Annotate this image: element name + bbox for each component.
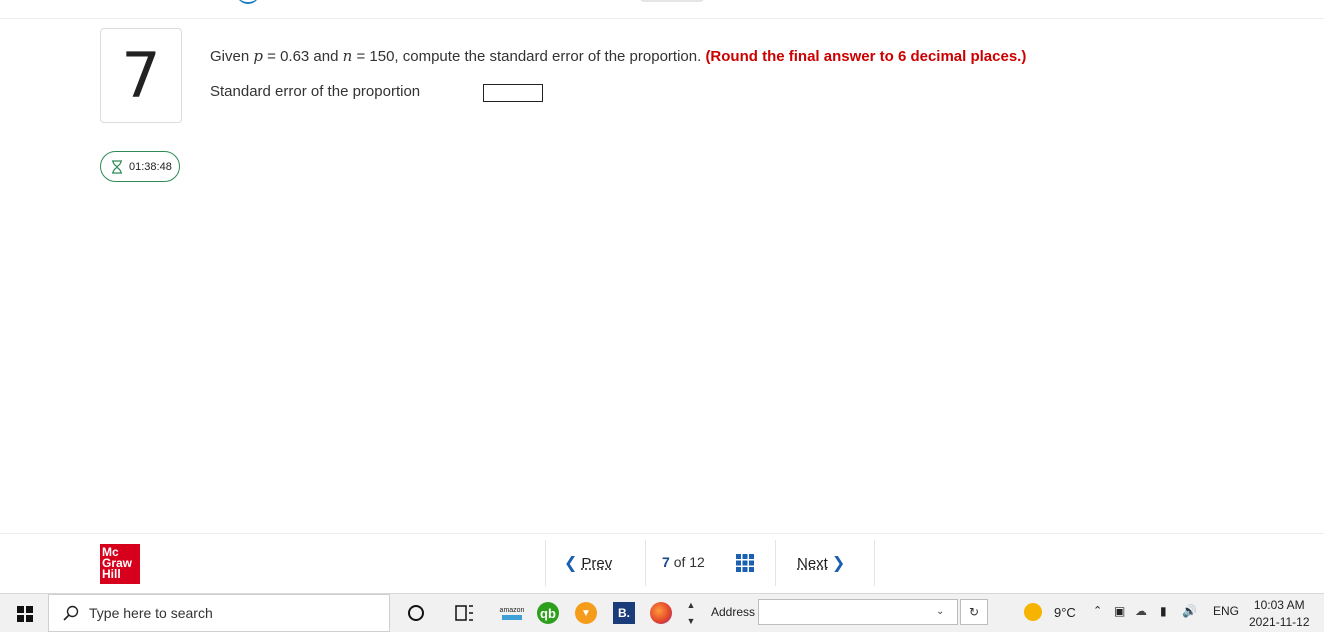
clock-date: 2021-11-12 xyxy=(1249,615,1310,629)
cortana-icon[interactable] xyxy=(405,602,427,624)
booking-icon[interactable]: B. xyxy=(613,602,635,624)
search-placeholder: Type here to search xyxy=(89,605,213,621)
footer-divider xyxy=(0,533,1324,534)
refresh-icon: ↻ xyxy=(968,605,980,619)
temperature[interactable]: 9°C xyxy=(1054,605,1076,620)
top-pill xyxy=(640,0,704,2)
question-navigation: ❮ Prev 7 of 12 Next ❯ xyxy=(545,540,875,586)
firefox-icon[interactable] xyxy=(650,602,672,624)
mcgraw-hill-logo: Mc Graw Hill xyxy=(100,544,140,584)
address-refresh-button[interactable]: ↻ xyxy=(960,599,988,625)
total-questions: 12 xyxy=(689,554,705,570)
of-label: of xyxy=(673,554,686,570)
address-label: Address xyxy=(711,605,756,619)
logo-line-3: Hill xyxy=(102,567,121,581)
question-text: Given p = 0.63 and n = 150, compute the … xyxy=(210,47,1026,65)
top-strip xyxy=(0,0,1324,19)
address-dropdown-icon[interactable]: ⌄ xyxy=(936,606,944,617)
amazon-stripe xyxy=(502,614,522,620)
security-icon[interactable]: ▼ xyxy=(575,602,597,624)
booking-label: B. xyxy=(618,606,630,620)
variable-n: n xyxy=(342,47,353,65)
current-question: 7 xyxy=(662,554,670,570)
taskbar-search[interactable]: Type here to search xyxy=(48,594,390,632)
prev-label: Prev xyxy=(581,554,613,572)
taskbar: Type here to search amazon qb ▼ B. ▲ ▼ A… xyxy=(0,593,1324,632)
page-indicator: 7 of 12 xyxy=(662,554,705,570)
windows-start-icon[interactable] xyxy=(17,606,33,622)
meet-now-icon[interactable]: ▣ xyxy=(1114,604,1125,618)
search-icon xyxy=(63,605,79,621)
volume-icon[interactable]: 🔊 xyxy=(1182,604,1197,618)
weather-icon[interactable] xyxy=(1024,603,1042,621)
prev-button[interactable]: ❮ Prev xyxy=(564,553,616,573)
address-input[interactable] xyxy=(758,599,958,625)
task-view-icon[interactable] xyxy=(453,602,475,624)
question-text-given: Given xyxy=(210,48,254,65)
hourglass-icon xyxy=(112,159,122,174)
chevron-down-icon: ▼ xyxy=(686,616,696,626)
loading-arc xyxy=(236,0,260,4)
battery-icon[interactable]: ▮ xyxy=(1160,604,1167,618)
grid-icon[interactable] xyxy=(736,554,754,572)
nav-separator xyxy=(645,540,646,586)
answer-input[interactable] xyxy=(483,84,543,102)
question-number-box: 7 xyxy=(100,28,182,123)
language-indicator[interactable]: ENG xyxy=(1213,604,1239,618)
tray-overflow-icon[interactable]: ⌃ xyxy=(1093,604,1102,617)
timer-value: 01:38:48 xyxy=(129,160,172,173)
rounding-instruction: (Round the final answer to 6 decimal pla… xyxy=(705,48,1027,65)
question-number: 7 xyxy=(121,38,161,112)
clock-time: 10:03 AM xyxy=(1253,598,1305,612)
quickbooks-icon[interactable]: qb xyxy=(537,602,559,624)
quickbooks-label: qb xyxy=(540,605,556,621)
question-text-n-value: = 150, compute the standard error of the… xyxy=(352,48,706,65)
chevron-right-icon: ❯ xyxy=(831,555,846,572)
amazon-icon[interactable]: amazon xyxy=(499,602,525,624)
timer: 01:38:48 xyxy=(100,151,180,182)
chevron-up-icon: ▲ xyxy=(686,600,696,610)
chevron-left-icon: ❮ xyxy=(564,555,578,572)
next-button[interactable]: Next ❯ xyxy=(793,553,845,573)
nav-separator xyxy=(775,540,776,586)
amazon-label: amazon xyxy=(499,606,525,614)
question-text-p-value: = 0.63 and xyxy=(262,48,343,65)
next-label: Next xyxy=(797,554,828,572)
toolbar-scroll[interactable]: ▲ ▼ xyxy=(685,596,697,630)
network-icon[interactable]: ☁ xyxy=(1135,604,1147,618)
clock[interactable]: 10:03 AM 2021-11-12 xyxy=(1249,597,1310,631)
variable-p: p xyxy=(253,47,263,65)
answer-label: Standard error of the proportion xyxy=(210,83,421,100)
